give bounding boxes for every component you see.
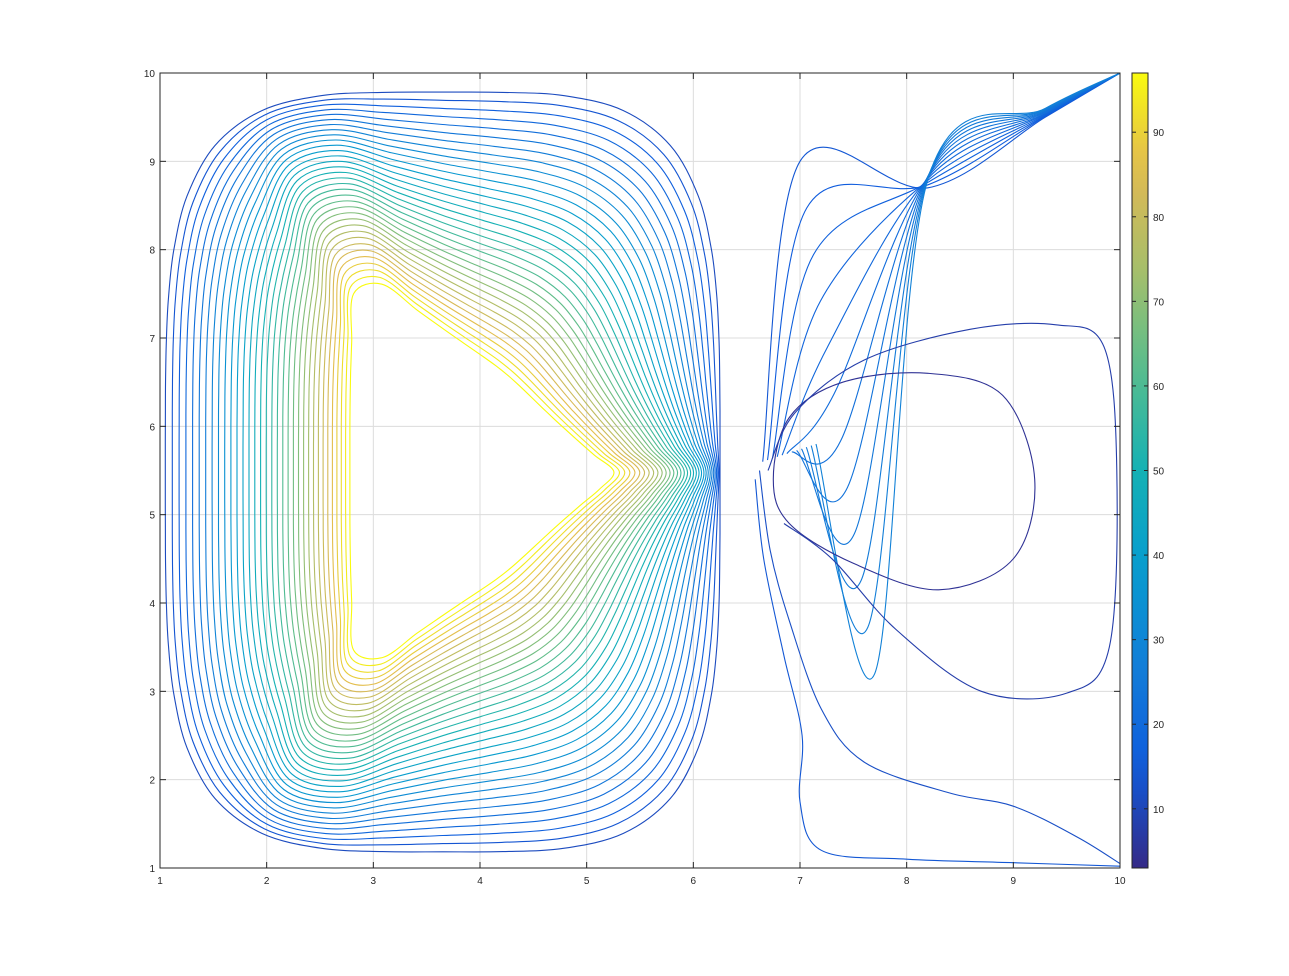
y-tick-label: 1 — [149, 864, 155, 875]
x-tick-label: 9 — [1011, 876, 1017, 887]
colorbar-tick-label: 40 — [1153, 551, 1165, 562]
y-tick-label: 5 — [149, 511, 155, 522]
contour-chart: 1 2 3 4 5 6 7 8 9 10 1 2 3 4 5 6 7 8 9 10 10 20 30 40 50 60 70 80 9… — [0, 0, 1289, 976]
figure-background — [0, 0, 1289, 976]
colorbar-tick-label: 50 — [1153, 467, 1165, 478]
y-tick-label: 6 — [149, 422, 155, 433]
y-tick-label: 4 — [149, 599, 155, 610]
x-tick-label: 2 — [264, 876, 270, 887]
x-tick-label: 1 — [157, 876, 163, 887]
x-tick-label: 8 — [904, 876, 910, 887]
x-tick-label: 4 — [477, 876, 483, 887]
x-tick-label: 10 — [1114, 876, 1126, 887]
colorbar-tick-label: 90 — [1153, 128, 1165, 139]
x-tick-label: 7 — [797, 876, 803, 887]
colorbar-tick-label: 70 — [1153, 297, 1165, 308]
y-tick-label: 9 — [149, 157, 155, 168]
x-tick-label: 5 — [584, 876, 590, 887]
y-tick-label: 2 — [149, 776, 155, 787]
y-tick-label: 7 — [149, 334, 155, 345]
colorbar-tick-label: 20 — [1153, 720, 1165, 731]
colorbar-tick-label: 60 — [1153, 382, 1165, 393]
x-tick-label: 3 — [371, 876, 377, 887]
colorbar-tick-label: 30 — [1153, 636, 1165, 647]
colorbar-tick-label: 10 — [1153, 805, 1165, 816]
y-tick-label: 10 — [144, 69, 156, 80]
y-tick-label: 8 — [149, 246, 155, 257]
colorbar-tick-label: 80 — [1153, 213, 1165, 224]
y-tick-label: 3 — [149, 687, 155, 698]
x-tick-label: 6 — [691, 876, 697, 887]
